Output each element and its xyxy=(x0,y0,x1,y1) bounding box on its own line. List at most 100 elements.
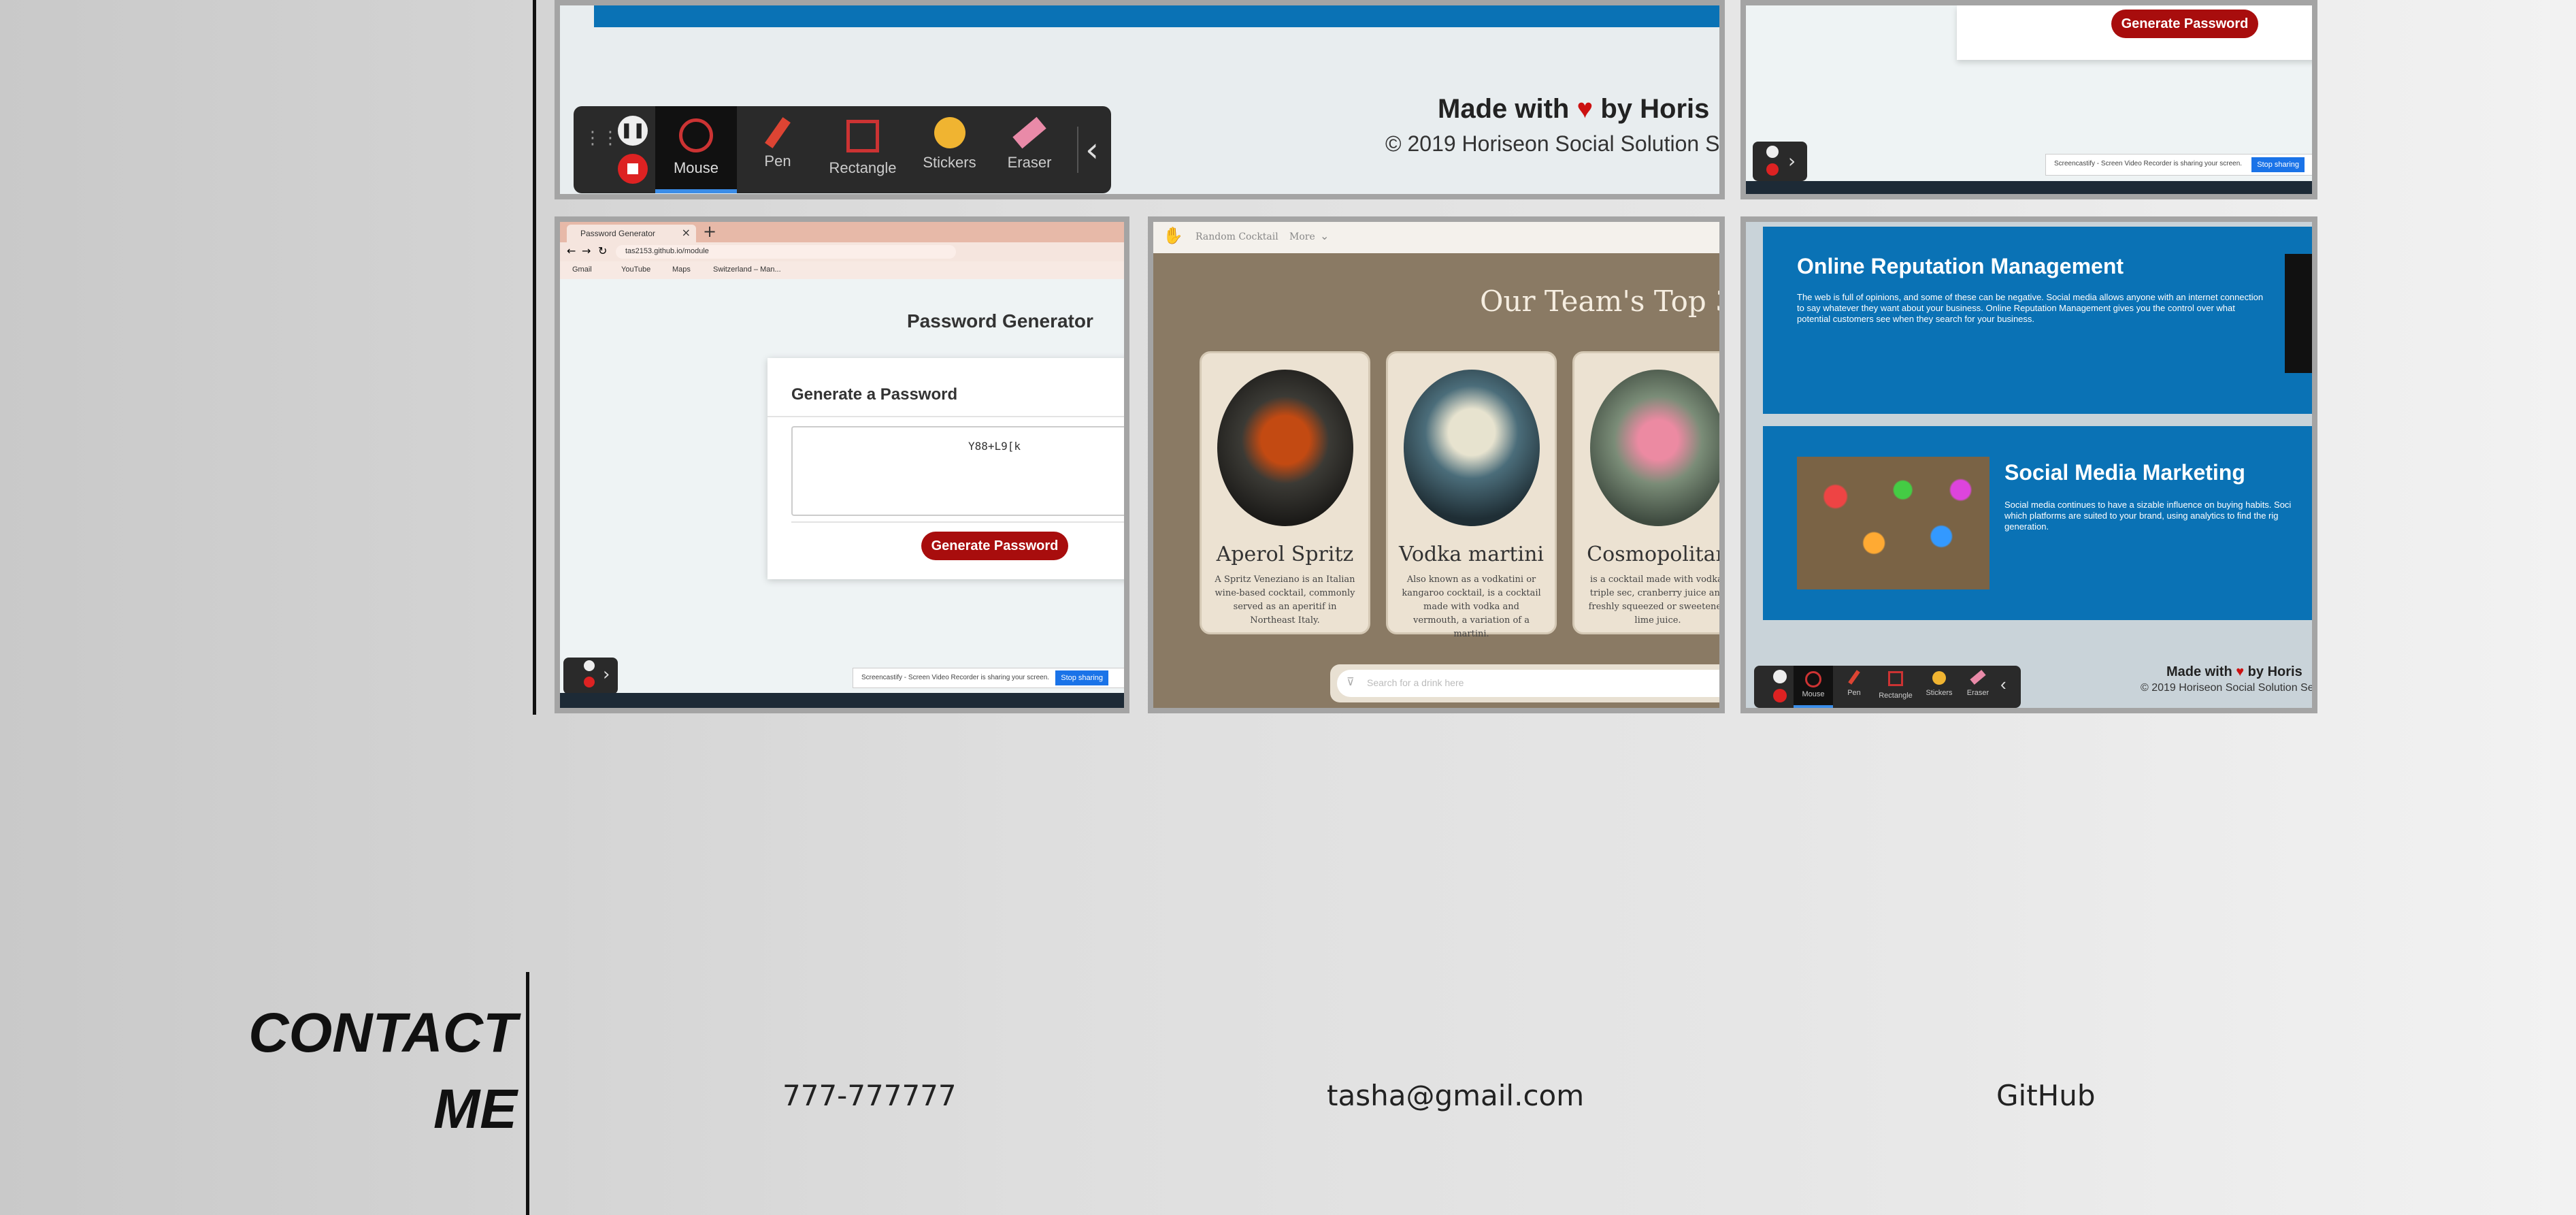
tool-eraser[interactable]: Eraser xyxy=(992,106,1067,193)
tab-close-icon[interactable]: × xyxy=(682,226,691,239)
stop-sharing-button[interactable]: Stop sharing xyxy=(1055,670,1108,685)
drink-description: is a cocktail made with vodka, triple se… xyxy=(1588,574,1725,626)
generate-password-button[interactable]: Generate Password xyxy=(2111,10,2258,38)
bookmarks-bar: Gmail YouTube Maps Switzerland – Man... xyxy=(560,261,1124,279)
aperol-spritz-image xyxy=(1217,370,1353,526)
tool-stickers[interactable]: Stickers xyxy=(910,106,989,193)
project-tile-horiseon[interactable]: Online Reputation Management The web is … xyxy=(1740,216,2317,713)
card-divider-bottom xyxy=(791,521,1124,523)
card-title: Generate a Password xyxy=(791,385,958,404)
tool-label: Eraser xyxy=(1966,689,1989,697)
back-icon[interactable]: ← xyxy=(567,244,576,257)
project-tile-password-top[interactable]: Generate Password › Screencastify - Scre… xyxy=(1740,0,2317,199)
password-value: Y88+L9[k xyxy=(968,440,1021,453)
cocktail-heading: Our Team's Top 3 xyxy=(1480,285,1725,318)
page-heading: Password Generator xyxy=(907,310,1093,331)
contact-phone[interactable]: 777-777777 xyxy=(782,1079,957,1112)
portfolio-divider-line xyxy=(533,0,536,715)
screencastify-toolbar[interactable]: Mouse Pen Rectangle Stickers Eraser ‹ xyxy=(1754,666,2021,708)
bookmark-maps[interactable]: Maps xyxy=(672,265,691,274)
pause-icon[interactable]: ❚❚ xyxy=(618,116,648,146)
url-text: tas2153.github.io/module xyxy=(625,247,709,255)
screencastify-toolbar[interactable]: ⋮⋮ ❚❚ Mouse Pen Rectangle Stickers Erase… xyxy=(574,106,1111,193)
contact-email[interactable]: tasha@gmail.com xyxy=(1327,1079,1584,1112)
pen-icon xyxy=(765,117,791,148)
new-tab-icon[interactable]: + xyxy=(703,222,716,241)
screencastify-mini-toolbar[interactable]: › xyxy=(563,658,618,694)
sharing-bar: Screencastify - Screen Video Recorder is… xyxy=(2045,154,2312,176)
contact-heading-line2: ME xyxy=(433,1078,517,1140)
nav-more[interactable]: More xyxy=(1289,231,1315,242)
bookmark-youtube[interactable]: YouTube xyxy=(621,265,650,274)
drink-name: Vodka martini xyxy=(1398,542,1545,566)
contact-github-link[interactable]: GitHub xyxy=(1996,1079,2096,1112)
drink-search-bar: ⊽ Search for a drink here xyxy=(1330,664,1719,702)
tool-label: Rectangle xyxy=(829,159,897,176)
tool-mouse[interactable]: Mouse xyxy=(655,106,737,193)
expand-chevron-icon[interactable]: › xyxy=(1788,150,1796,172)
sticker-icon xyxy=(1932,671,1946,685)
stop-sharing-button[interactable]: Stop sharing xyxy=(2251,157,2305,172)
contact-divider-line xyxy=(526,972,529,1215)
mouse-cursor-icon xyxy=(1805,671,1821,687)
tool-mouse[interactable]: Mouse xyxy=(1794,666,1833,708)
cocktail-logo-icon: ✋ xyxy=(1163,226,1183,245)
sharing-text: Screencastify - Screen Video Recorder is… xyxy=(2054,160,2243,167)
pause-icon[interactable] xyxy=(1773,670,1787,683)
footer-credit: Made with ♥ by Horis xyxy=(1438,94,1710,124)
stop-icon[interactable] xyxy=(1766,163,1779,176)
stop-icon[interactable] xyxy=(618,154,648,184)
footer-copyright: © 2019 Horiseon Social Solution Se xyxy=(2141,682,2314,694)
drink-card-cosmopolitan[interactable]: Cosmopolitan is a cocktail made with vod… xyxy=(1572,351,1725,634)
tool-pen[interactable]: Pen xyxy=(740,106,815,193)
tool-eraser[interactable]: Eraser xyxy=(1960,666,1996,708)
tool-label: Eraser xyxy=(1007,154,1052,171)
drink-description: Also known as a vodkatini or kangaroo co… xyxy=(1402,574,1541,639)
stop-icon[interactable] xyxy=(1773,689,1787,702)
browser-tab[interactable]: Password Generator × xyxy=(567,225,696,242)
pause-icon[interactable] xyxy=(1766,146,1779,158)
stop-icon[interactable] xyxy=(584,677,595,687)
bookmark-gmail[interactable]: Gmail xyxy=(572,265,592,274)
drink-card-aperol[interactable]: Aperol Spritz A Spritz Veneziano is an I… xyxy=(1200,351,1370,634)
online-reputation-section: Online Reputation Management The web is … xyxy=(1763,227,2312,414)
project-tile-random-cocktail[interactable]: ✋ Random Cocktail More ⌄ Our Team's Top … xyxy=(1148,216,1725,713)
collapse-chevron-icon[interactable]: ‹ xyxy=(2000,674,2007,695)
tool-stickers[interactable]: Stickers xyxy=(1920,666,1958,708)
address-bar: ← → ↻ tas2153.github.io/module xyxy=(560,242,1124,261)
windows-taskbar xyxy=(560,693,1124,708)
sharing-bar: Screencastify - Screen Video Recorder is… xyxy=(853,668,1124,688)
forward-icon[interactable]: → xyxy=(582,244,591,257)
tool-rectangle[interactable]: Rectangle xyxy=(1874,666,1917,708)
screencastify-mini-toolbar[interactable]: › xyxy=(1753,142,1807,181)
tool-rectangle[interactable]: Rectangle xyxy=(819,106,907,193)
drag-handle-icon[interactable]: ⋮⋮ xyxy=(584,116,619,184)
project-tile-password-generator[interactable]: Password Generator × + ← → ↻ tas2153.git… xyxy=(555,216,1129,713)
reload-icon[interactable]: ↻ xyxy=(598,244,607,257)
section-text: The web is full of opinions, and some of… xyxy=(1797,292,2264,324)
bookmark-switzerland[interactable]: Switzerland – Man... xyxy=(713,265,781,274)
project-tile-horiseon-footer[interactable]: ⋮⋮ ❚❚ Mouse Pen Rectangle Stickers Erase… xyxy=(555,0,1725,199)
cosmopolitan-image xyxy=(1589,370,1719,526)
footer-credit: Made with ♥ by Horis xyxy=(2166,664,2302,679)
password-textarea[interactable]: Y88+L9[k xyxy=(791,426,1124,516)
sharing-text: Screencastify - Screen Video Recorder is… xyxy=(861,674,1050,681)
card-divider xyxy=(767,416,1124,417)
rectangle-icon xyxy=(1888,671,1903,686)
eraser-icon xyxy=(1012,116,1046,149)
pause-icon[interactable] xyxy=(584,660,595,671)
tool-pen[interactable]: Pen xyxy=(1837,666,1871,708)
sticker-icon xyxy=(934,117,965,148)
nav-brand[interactable]: Random Cocktail xyxy=(1195,231,1278,242)
contact-heading-line1: CONTACT xyxy=(248,1002,517,1064)
drink-card-vodka-martini[interactable]: Vodka martini Also known as a vodkatini … xyxy=(1386,351,1557,639)
drink-search-input[interactable]: ⊽ Search for a drink here xyxy=(1337,670,1719,697)
collapse-chevron-icon[interactable]: ‹ xyxy=(1077,127,1106,173)
tool-label: Mouse xyxy=(1802,690,1825,698)
tool-label: Mouse xyxy=(673,159,719,176)
url-field[interactable]: tas2153.github.io/module xyxy=(616,245,956,259)
tool-label: Stickers xyxy=(1926,689,1953,697)
expand-chevron-icon[interactable]: › xyxy=(603,664,610,685)
generate-password-button[interactable]: Generate Password xyxy=(921,532,1068,560)
vodka-martini-image xyxy=(1403,370,1540,526)
